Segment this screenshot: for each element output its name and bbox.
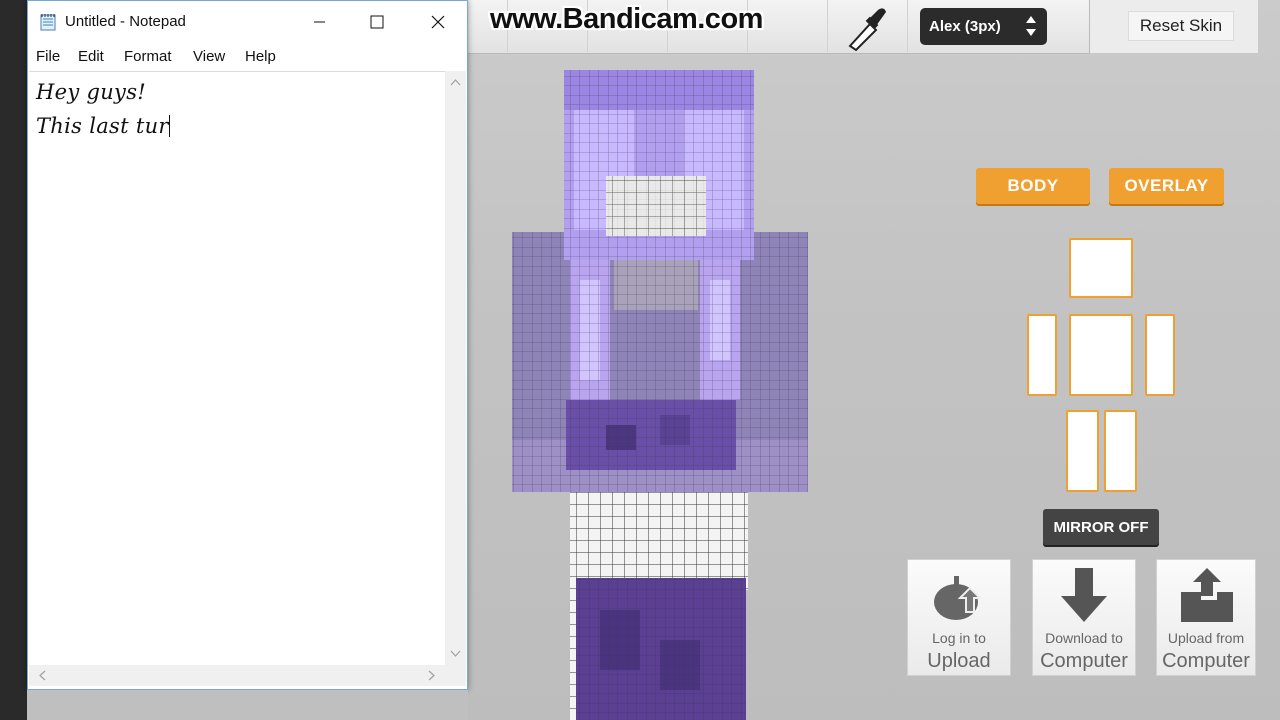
resize-grip[interactable] [445, 665, 466, 686]
scroll-up-arrow-icon[interactable] [445, 73, 466, 93]
text-line: Hey guys! [36, 80, 146, 104]
horizontal-scrollbar[interactable] [29, 665, 445, 686]
download-small-label: Download to [1045, 630, 1123, 646]
window-title: Untitled - Notepad [65, 13, 186, 30]
text-line-content: Hey guys! [36, 80, 147, 104]
upload-tray-icon [1181, 568, 1233, 622]
text-line: This last tur [36, 114, 170, 138]
upload-large-label: Upload [927, 650, 991, 672]
part-left-arm[interactable] [1145, 314, 1175, 396]
scroll-down-arrow-icon[interactable] [445, 643, 466, 663]
overlay-tab-button[interactable]: OVERLAY [1109, 168, 1224, 204]
minimize-icon[interactable] [294, 1, 344, 43]
scroll-right-arrow-icon[interactable] [421, 665, 441, 686]
part-torso[interactable] [1069, 314, 1133, 396]
maximize-icon[interactable] [351, 1, 401, 43]
text-caret [168, 115, 170, 137]
mirror-toggle-button[interactable]: MIRROR OFF [1043, 509, 1159, 545]
login-upload-button[interactable]: Log in to Upload [907, 559, 1011, 676]
notepad-text-area[interactable]: Hey guys! This last tur [29, 71, 445, 665]
upload-pc-large-label: Computer [1162, 650, 1250, 672]
download-to-computer-button[interactable]: Download to Computer [1032, 559, 1136, 676]
upload-pc-small-label: Upload from [1167, 630, 1245, 646]
download-large-label: Computer [1040, 650, 1128, 672]
upload-from-computer-button[interactable]: Upload from Computer [1156, 559, 1256, 676]
notepad-window: Untitled - Notepad File Edit Format View… [27, 0, 468, 690]
menu-edit[interactable]: Edit [78, 48, 104, 65]
text-line-content: This last tur [36, 114, 169, 138]
close-icon[interactable] [413, 1, 463, 43]
bandicam-watermark: www.Bandicam.com [490, 3, 763, 35]
menu-file[interactable]: File [36, 48, 60, 65]
notepad-app-icon [40, 14, 56, 31]
desktop-strip [27, 690, 468, 720]
vertical-scrollbar[interactable] [445, 71, 466, 665]
download-arrow-icon [1061, 568, 1107, 622]
part-right-arm[interactable] [1027, 314, 1057, 396]
menu-view[interactable]: View [193, 48, 225, 65]
menu-help[interactable]: Help [245, 48, 276, 65]
menu-format[interactable]: Format [124, 48, 172, 65]
scroll-left-arrow-icon[interactable] [33, 665, 53, 686]
notepad-titlebar[interactable]: Untitled - Notepad [28, 1, 467, 43]
part-head[interactable] [1069, 238, 1133, 298]
notepad-menubar: File Edit Format View Help [28, 43, 467, 69]
part-right-leg[interactable] [1066, 410, 1099, 492]
upload-small-label: Log in to [932, 630, 986, 646]
body-tab-button[interactable]: BODY [976, 168, 1090, 204]
part-left-leg[interactable] [1104, 410, 1137, 492]
pumpkin-upload-icon [934, 576, 983, 620]
